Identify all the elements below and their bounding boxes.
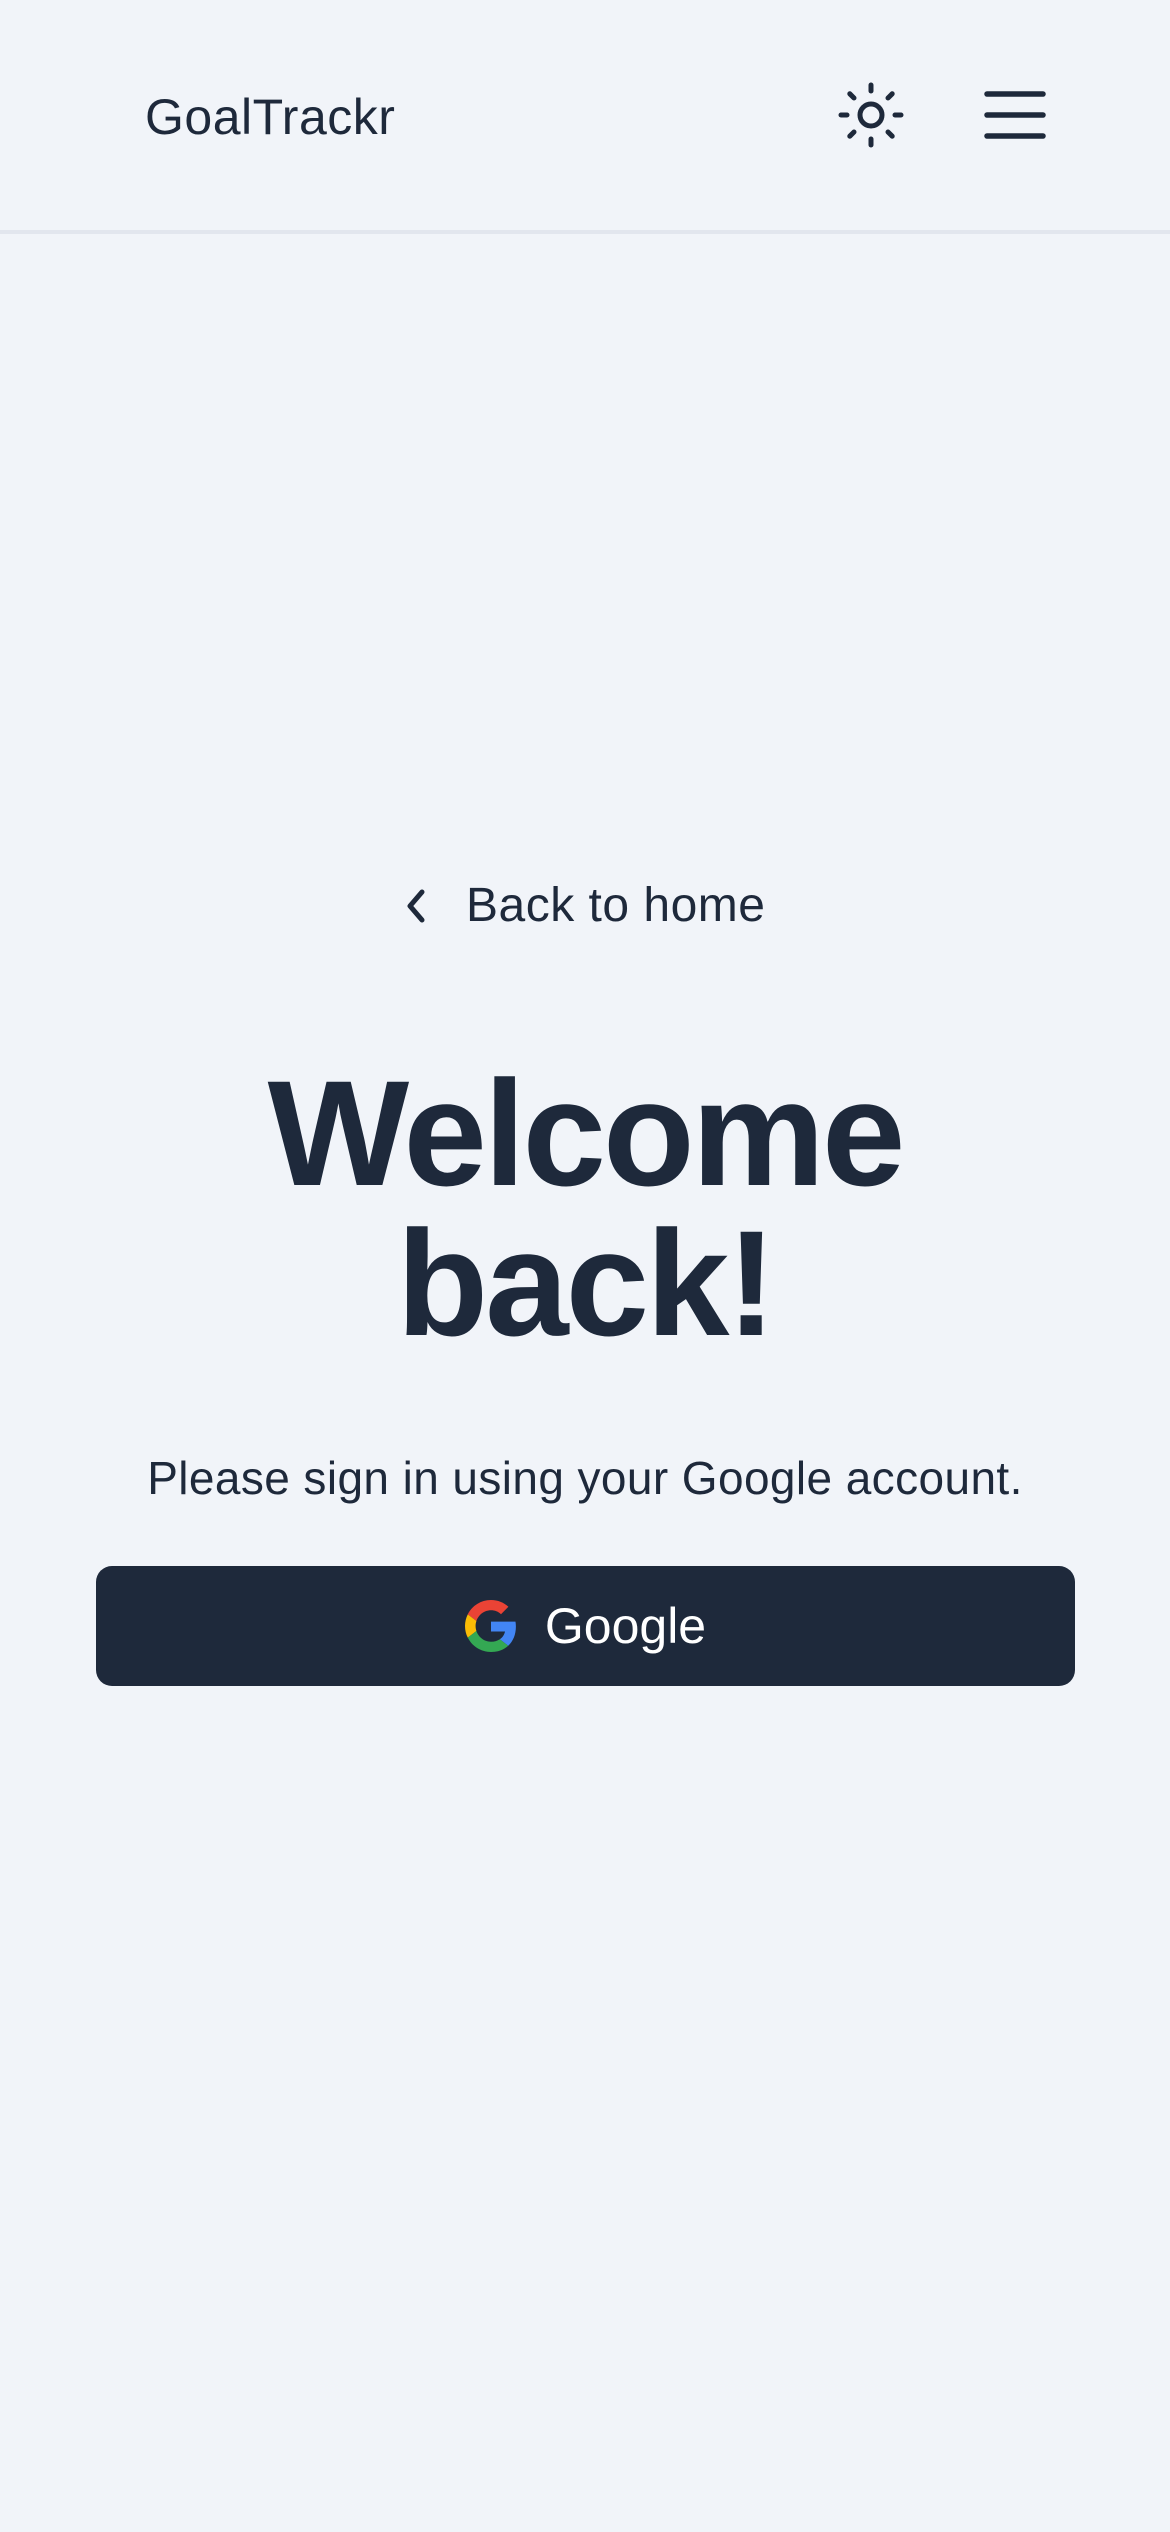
back-to-home-label: Back to home xyxy=(466,879,766,932)
page-title-line2: back! xyxy=(396,1199,777,1367)
top-header: GoalTrackr xyxy=(0,0,1170,234)
hamburger-menu-icon xyxy=(984,90,1046,145)
back-to-home-link[interactable]: Back to home xyxy=(396,874,765,938)
sign-in-instructions: Please sign in using your Google account… xyxy=(147,1452,1023,1504)
google-icon xyxy=(464,1600,517,1652)
theme-toggle-button[interactable] xyxy=(836,82,906,152)
google-sign-in-button[interactable]: Google xyxy=(96,1566,1075,1686)
chevron-left-icon xyxy=(396,886,436,926)
sun-icon xyxy=(838,82,904,153)
brand-logo-link[interactable]: GoalTrackr xyxy=(145,88,395,146)
menu-button[interactable] xyxy=(980,82,1050,152)
google-button-label: Google xyxy=(544,1598,707,1654)
page-title-line1: Welcome xyxy=(267,1049,906,1217)
page-title: Welcome back! xyxy=(0,1058,1170,1358)
